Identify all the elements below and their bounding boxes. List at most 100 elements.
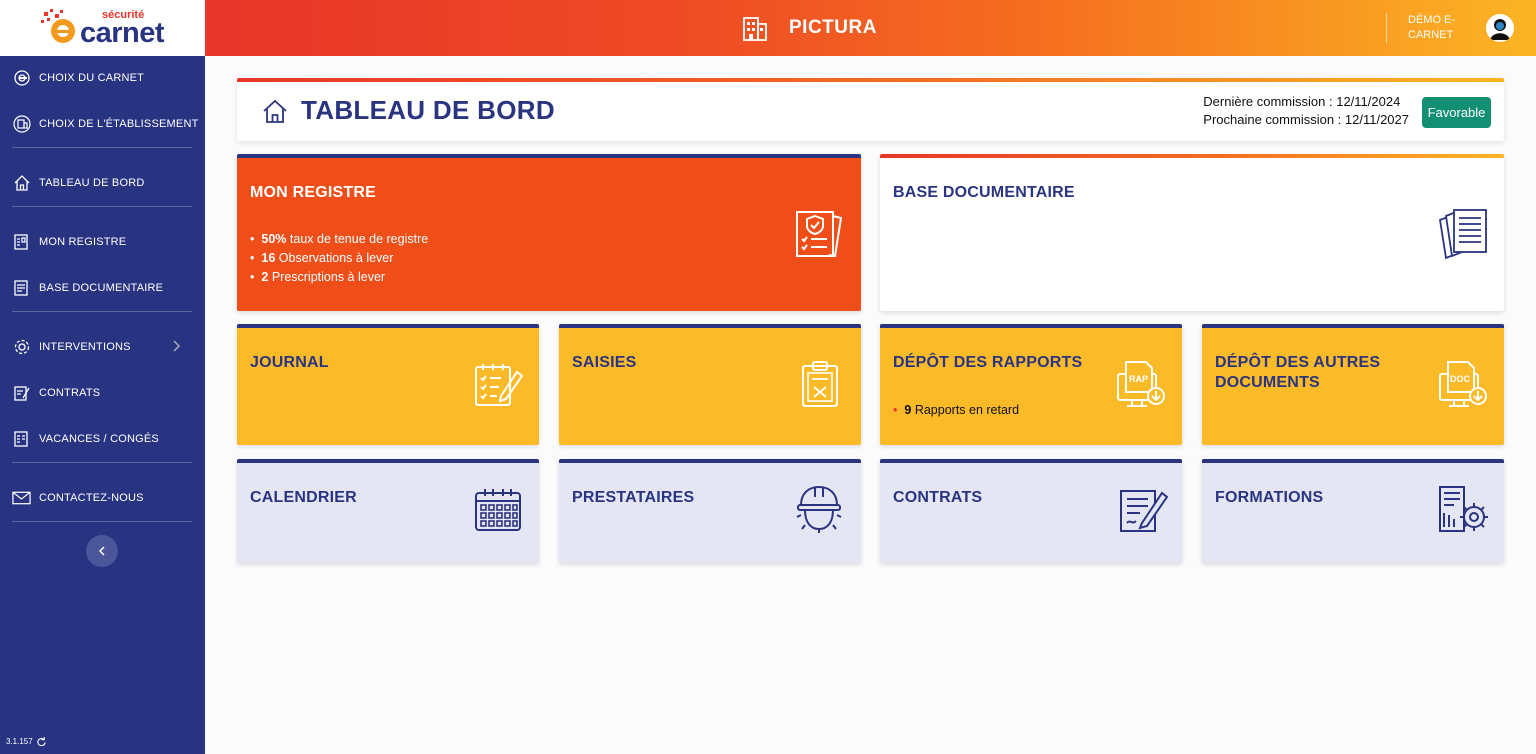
status-badge: Favorable <box>1422 97 1491 128</box>
contract-pen-icon <box>1120 490 1168 532</box>
user-menu[interactable]: DÉMO E-CARNET <box>1376 0 1536 56</box>
svg-text:RAP: RAP <box>1129 374 1148 384</box>
mail-icon <box>12 489 31 508</box>
collapse-sidebar-button[interactable] <box>86 535 118 567</box>
register-icon <box>12 233 31 252</box>
card-title: JOURNAL <box>250 354 329 371</box>
clipboard-icon <box>802 361 838 407</box>
rapports-stats: 9 Rapports en retard <box>893 401 1019 420</box>
card-mon-registre[interactable]: MON REGISTRE 50% taux de tenue de regist… <box>237 154 861 311</box>
sidebar-item-tableau-de-bord[interactable]: TABLEAU DE BORD <box>12 171 145 195</box>
contract-icon <box>12 384 31 403</box>
carnet-icon <box>12 69 31 88</box>
card-base-documentaire[interactable]: BASE DOCUMENTAIRE <box>880 154 1504 311</box>
page-title-group: TABLEAU DE BORD <box>261 95 555 126</box>
card-top-bar <box>1202 324 1504 328</box>
app-title: PICTURA <box>789 17 877 38</box>
sidebar-item-vacances-conges[interactable]: VACANCES / CONGÉS <box>12 427 159 451</box>
user-name: DÉMO E-CARNET <box>1408 14 1456 41</box>
home-icon <box>263 99 287 123</box>
list-item: 2 Prescriptions à lever <box>250 268 428 287</box>
last-commission: Dernière commission : 12/11/2024 <box>1203 94 1401 109</box>
next-commission: Prochaine commission : 12/11/2027 <box>1203 112 1409 127</box>
card-top-bar <box>559 324 861 328</box>
card-top-bar <box>237 154 861 158</box>
sidebar-item-base-documentaire[interactable]: BASE DOCUMENTAIRE <box>12 276 163 300</box>
page-title: TABLEAU DE BORD <box>301 95 555 125</box>
card-depot-autres-documents[interactable]: DÉPÔT DES AUTRES DOCUMENTS DOC <box>1202 324 1504 445</box>
sidebar-item-interventions[interactable]: INTERVENTIONS <box>12 335 193 359</box>
card-title: SAISIES <box>572 354 637 371</box>
logo-wordmark: carnet <box>80 17 165 49</box>
sidebar-item-label: CONTACTEZ-NOUS <box>39 492 144 504</box>
sidebar-item-label: VACANCES / CONGÉS <box>39 433 159 445</box>
card-top-bar <box>237 459 539 463</box>
chevron-right-icon <box>173 339 181 355</box>
sidebar: CHOIX DU CARNET CHOIX DE L'ÉTABLISSEMENT… <box>0 56 205 754</box>
svg-text:DOC: DOC <box>1450 374 1471 384</box>
avatar[interactable] <box>1486 14 1514 42</box>
sidebar-item-choix-etablissement[interactable]: CHOIX DE L'ÉTABLISSEMENT <box>12 112 199 136</box>
registre-stats: 50% taux de tenue de registre 16 Observa… <box>250 230 428 287</box>
sidebar-item-label: BASE DOCUMENTAIRE <box>39 282 164 294</box>
register-checklist-icon <box>796 211 843 258</box>
gear-icon <box>12 338 31 357</box>
training-gear-icon <box>1439 486 1488 532</box>
logo[interactable]: sécurité carnet <box>0 0 205 56</box>
sidebar-divider <box>12 147 192 148</box>
list-item: 50% taux de tenue de registre <box>250 230 428 249</box>
sidebar-item-label: TABLEAU DE BORD <box>39 177 145 189</box>
card-contrats[interactable]: CONTRATS <box>880 459 1182 563</box>
chevron-left-icon <box>98 546 105 556</box>
sidebar-item-label: CHOIX DU CARNET <box>39 72 145 84</box>
card-title: CALENDRIER <box>250 489 357 506</box>
sidebar-item-contrats[interactable]: CONTRATS <box>12 381 100 405</box>
card-title: BASE DOCUMENTAIRE <box>893 184 1075 201</box>
home-icon <box>12 174 31 193</box>
card-top-bar <box>880 154 1504 158</box>
journal-checklist-icon <box>475 364 524 406</box>
card-title: MON REGISTRE <box>250 184 376 201</box>
sidebar-item-contactez-nous[interactable]: CONTACTEZ-NOUS <box>12 486 144 510</box>
refresh-icon[interactable] <box>37 737 46 746</box>
card-prestataires[interactable]: PRESTATAIRES <box>559 459 861 563</box>
card-title: DÉPÔT DES AUTRES DOCUMENTS <box>1215 354 1381 391</box>
card-title: DÉPÔT DES RAPPORTS <box>893 354 1083 371</box>
header-divider <box>1386 13 1387 43</box>
establishment-icon <box>12 115 31 134</box>
app-version: 3.1.157 <box>6 737 46 746</box>
document-upload-icon: DOC <box>1439 361 1487 407</box>
card-calendrier[interactable]: CALENDRIER <box>237 459 539 563</box>
card-title: PRESTATAIRES <box>572 489 695 506</box>
card-top-bar <box>1202 459 1504 463</box>
sidebar-item-label: CHOIX DE L'ÉTABLISSEMENT <box>39 118 199 130</box>
card-title: CONTRATS <box>893 489 983 506</box>
documents-stack-icon <box>1438 209 1487 260</box>
card-saisies[interactable]: SAISIES <box>559 324 861 445</box>
sidebar-divider <box>12 462 192 463</box>
commission-info: Dernière commission : 12/11/2024 Prochai… <box>1203 93 1409 129</box>
card-formations[interactable]: FORMATIONS <box>1202 459 1504 563</box>
building-icon <box>743 17 767 41</box>
page-header: TABLEAU DE BORD Dernière commission : 12… <box>237 78 1504 141</box>
card-depot-rapports[interactable]: DÉPÔT DES RAPPORTS 9 Rapports en retard … <box>880 324 1182 445</box>
card-top-bar <box>880 459 1182 463</box>
hard-hat-worker-icon <box>796 485 842 533</box>
report-upload-icon: RAP <box>1117 361 1165 407</box>
card-top-bar <box>237 324 539 328</box>
sidebar-divider <box>12 521 192 522</box>
card-top-bar <box>559 459 861 463</box>
documents-icon <box>12 279 31 298</box>
app-brand: PICTURA <box>741 14 877 42</box>
list-item: 9 Rapports en retard <box>893 401 1019 420</box>
card-journal[interactable]: JOURNAL <box>237 324 539 445</box>
version-text: 3.1.157 <box>6 737 33 746</box>
sidebar-item-label: CONTRATS <box>39 387 101 399</box>
sidebar-item-label: INTERVENTIONS <box>39 341 131 353</box>
sidebar-item-choix-carnet[interactable]: CHOIX DU CARNET <box>12 66 144 90</box>
sidebar-item-mon-registre[interactable]: MON REGISTRE <box>12 230 126 254</box>
header-gradient-line <box>237 78 1504 82</box>
calendar-icon <box>12 430 31 449</box>
sidebar-divider <box>12 311 192 312</box>
sidebar-item-label: MON REGISTRE <box>39 236 127 248</box>
